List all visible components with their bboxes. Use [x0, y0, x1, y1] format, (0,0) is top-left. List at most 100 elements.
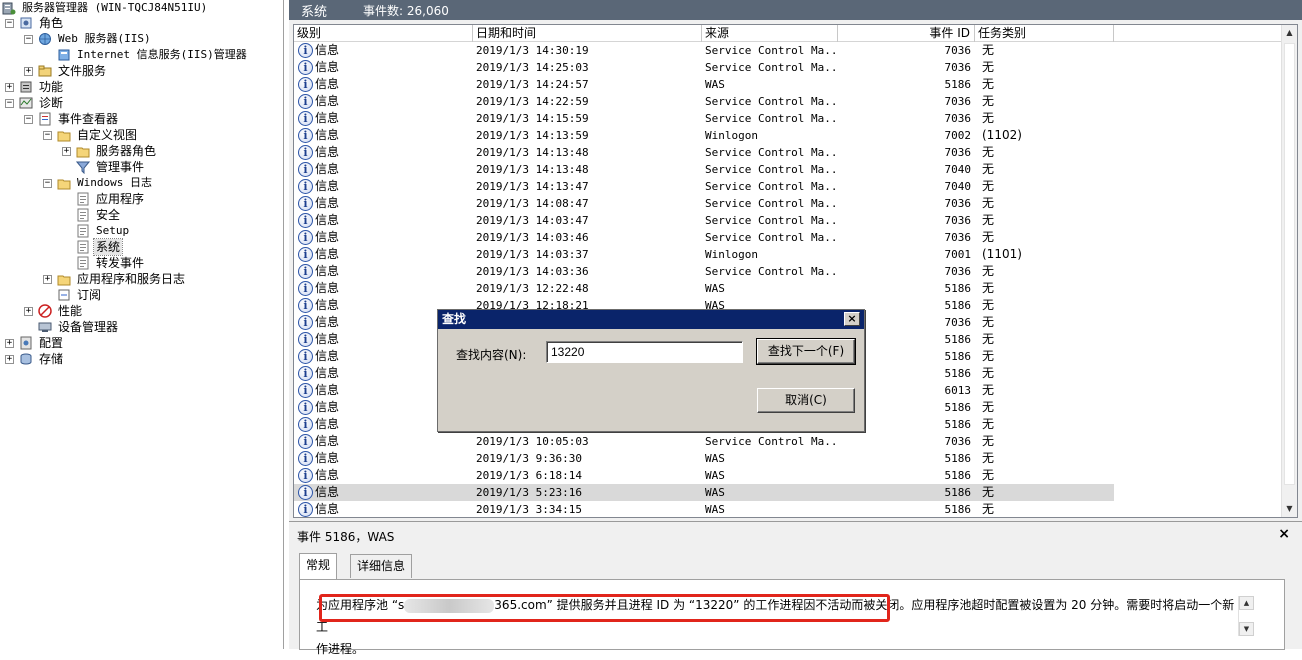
desc-scroll-down-icon[interactable]: ▼ [1239, 622, 1254, 636]
collapse-icon[interactable]: − [43, 178, 52, 188]
log-title: 系统 [301, 4, 328, 20]
expand-icon[interactable]: + [24, 306, 33, 316]
tree-item-11[interactable]: 应用程序 [62, 191, 146, 207]
col-event-id[interactable]: 事件 ID [838, 25, 975, 42]
cell-event-id: 7036 [944, 112, 972, 125]
expand-icon[interactable]: + [5, 338, 14, 348]
tab-general[interactable]: 常规 [299, 553, 338, 579]
table-row[interactable]: i 信息 2019/1/3 10:05:03 Service Control Ma..… [294, 433, 1114, 450]
table-row[interactable]: i 信息 2019/1/3 14:24:57 WAS 5186 无 [294, 76, 1114, 93]
tree-root[interactable]: 服务器管理器 (WIN-TQCJ84N51IU) [2, 0, 209, 16]
expand-icon[interactable]: + [43, 274, 52, 284]
cell-datetime: 2019/1/3 12:22:48 [476, 282, 589, 295]
collapse-icon[interactable]: − [24, 34, 33, 44]
tree-item-7[interactable]: − 自定义视图 [43, 127, 139, 143]
cell-source: Service Control Ma... [705, 163, 835, 176]
info-icon: i [298, 60, 313, 75]
expand-icon[interactable]: + [5, 354, 14, 364]
event-list[interactable]: 级别 日期和时间 来源 事件 ID 任务类别 i 信息 2019/1/3 14:30… [293, 24, 1298, 518]
cell-source: Service Control Ma... [705, 146, 835, 159]
description-scrollbar[interactable]: ▲ ▼ [1238, 596, 1254, 636]
tree-item-3[interactable]: + 文件服务 [24, 63, 108, 79]
table-row[interactable]: i 信息 2019/1/3 6:18:14 WAS 5186 无 [294, 467, 1114, 484]
cell-level: 信息 [315, 213, 340, 227]
scroll-thumb[interactable] [1284, 43, 1295, 485]
tree-item-9[interactable]: 管理事件 [62, 159, 146, 175]
log-icon [76, 208, 90, 222]
tree-item-label: Web 服务器(IIS) [58, 32, 151, 45]
cell-task: 无 [982, 77, 995, 91]
tree-item-13[interactable]: Setup [62, 223, 131, 239]
tree-item-0[interactable]: − 角色 [5, 15, 65, 31]
tree-item-17[interactable]: 订阅 [43, 287, 103, 303]
tab-details[interactable]: 详细信息 [350, 554, 413, 578]
info-icon: i [298, 94, 313, 109]
tree-item-15[interactable]: 转发事件 [62, 255, 146, 271]
scroll-down-icon[interactable]: ▼ [1282, 501, 1297, 517]
collapse-icon[interactable]: − [5, 98, 14, 108]
tree-item-5[interactable]: − 诊断 [5, 95, 65, 111]
find-next-button[interactable]: 查找下一个(F) [756, 338, 856, 365]
dialog-close-button[interactable]: × [844, 312, 860, 326]
cell-source: Service Control Ma... [705, 231, 835, 244]
col-datetime[interactable]: 日期和时间 [473, 25, 702, 42]
table-row[interactable]: i 信息 2019/1/3 14:03:47 Service Control Ma..… [294, 212, 1114, 229]
collapse-icon[interactable]: − [5, 18, 14, 28]
cell-task: 无 [982, 94, 995, 108]
roles-icon [19, 16, 33, 30]
col-source[interactable]: 来源 [702, 25, 838, 42]
table-row[interactable]: i 信息 2019/1/3 9:36:30 WAS 5186 无 [294, 450, 1114, 467]
tree-item-16[interactable]: + 应用程序和服务日志 [43, 271, 187, 287]
table-row[interactable]: i 信息 2019/1/3 14:25:03 Service Control Ma..… [294, 59, 1114, 76]
table-row[interactable]: i 信息 2019/1/3 14:15:59 Service Control Ma..… [294, 110, 1114, 127]
storage-icon [19, 352, 33, 366]
scroll-up-icon[interactable]: ▲ [1282, 25, 1297, 41]
log-icon [76, 240, 90, 254]
tree-item-4[interactable]: + 功能 [5, 79, 65, 95]
table-row[interactable]: i 信息 2019/1/3 14:22:59 Service Control Ma..… [294, 93, 1114, 110]
tree-item-6[interactable]: − 事件查看器 [24, 111, 120, 127]
table-row[interactable]: i 信息 2019/1/3 14:08:47 Service Control Ma..… [294, 195, 1114, 212]
tree-item-12[interactable]: 安全 [62, 207, 122, 223]
table-row[interactable]: i 信息 2019/1/3 14:13:48 Service Control Ma..… [294, 144, 1114, 161]
tree-item-18[interactable]: + 性能 [24, 303, 84, 319]
table-row[interactable]: i 信息 2019/1/3 14:13:59 Winlogon 7002 (1102) [294, 127, 1114, 144]
tree-item-8[interactable]: + 服务器角色 [62, 143, 158, 159]
desc-scroll-up-icon[interactable]: ▲ [1239, 596, 1254, 610]
cell-task: (1102) [982, 128, 1022, 142]
table-row[interactable]: i 信息 2019/1/3 14:03:46 Service Control Ma..… [294, 229, 1114, 246]
table-row[interactable]: i 信息 2019/1/3 14:13:47 Service Control Ma..… [294, 178, 1114, 195]
cell-source: Winlogon [705, 248, 758, 261]
table-row[interactable]: i 信息 2019/1/3 14:03:36 Service Control Ma..… [294, 263, 1114, 280]
event-count: 事件数: 26,060 [363, 3, 449, 18]
table-row[interactable]: i 信息 2019/1/3 12:22:48 WAS 5186 无 [294, 280, 1114, 297]
cell-task: 无 [982, 315, 995, 329]
table-row[interactable]: i 信息 2019/1/3 14:13:48 Service Control Ma..… [294, 161, 1114, 178]
tree-item-20[interactable]: + 配置 [5, 335, 65, 351]
table-row[interactable]: i 信息 2019/1/3 5:23:16 WAS 5186 无 [294, 484, 1114, 501]
col-task[interactable]: 任务类别 [975, 25, 1114, 42]
tree-item-19[interactable]: 设备管理器 [24, 319, 120, 335]
event-list-scrollbar[interactable]: ▲ ▼ [1281, 25, 1297, 517]
tree-item-2[interactable]: Internet 信息服务(IIS)管理器 [43, 47, 249, 63]
detail-close-icon[interactable]: × [1278, 526, 1290, 542]
tree-item-10[interactable]: − Windows 日志 [43, 175, 154, 191]
collapse-icon[interactable]: − [43, 130, 52, 140]
expand-icon[interactable]: + [24, 66, 33, 76]
find-input[interactable]: 13220 [546, 341, 743, 363]
cancel-button[interactable]: 取消(C) [757, 388, 855, 413]
tree-item-14[interactable]: 系统 [62, 238, 124, 256]
expand-icon[interactable]: + [5, 82, 14, 92]
table-row[interactable]: i 信息 2019/1/3 3:34:15 WAS 5186 无 [294, 501, 1114, 517]
tree-item-1[interactable]: − Web 服务器(IIS) [24, 31, 153, 47]
collapse-icon[interactable]: − [24, 114, 33, 124]
expand-icon[interactable]: + [62, 146, 71, 156]
table-row[interactable]: i 信息 2019/1/3 14:30:19 Service Control Ma..… [294, 42, 1114, 59]
tree-item-21[interactable]: + 存储 [5, 351, 65, 367]
folder-icon [57, 128, 71, 142]
table-row[interactable]: i 信息 2019/1/3 14:03:37 Winlogon 7001 (1101) [294, 246, 1114, 263]
col-level[interactable]: 级别 [294, 25, 473, 42]
info-icon: i [298, 468, 313, 483]
